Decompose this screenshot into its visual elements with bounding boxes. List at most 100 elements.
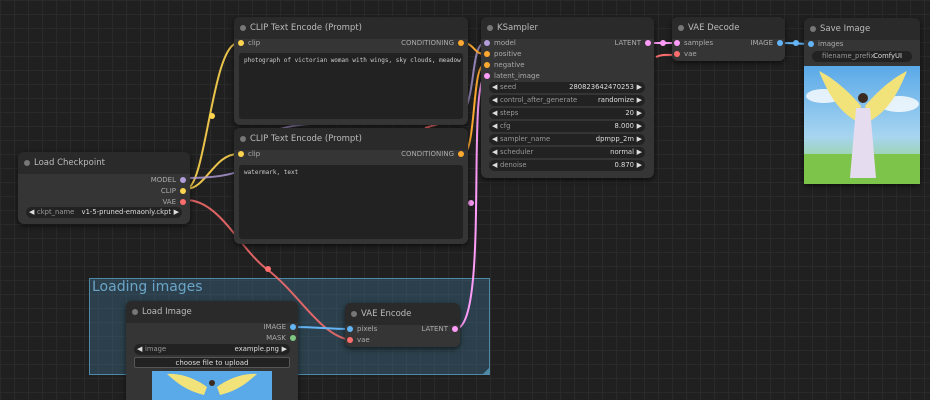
- arrow-right-icon[interactable]: ▶: [637, 82, 642, 93]
- input-image-preview[interactable]: [152, 371, 272, 400]
- port-dot-icon[interactable]: [347, 337, 353, 343]
- node-title[interactable]: Load Image: [126, 301, 298, 323]
- arrow-right-icon[interactable]: ▶: [637, 95, 642, 106]
- output-vae[interactable]: VAE: [162, 197, 186, 207]
- node-title[interactable]: KSampler: [481, 17, 654, 39]
- input-pixels[interactable]: pixels: [347, 324, 377, 334]
- arrow-left-icon[interactable]: ◀: [492, 95, 497, 106]
- widget-ckpt-name[interactable]: ◀ ckpt_name v1-5-pruned-emaonly.ckpt ▶: [26, 207, 182, 218]
- port-dot-icon[interactable]: [180, 177, 186, 183]
- arrow-right-icon[interactable]: ▶: [637, 121, 642, 132]
- arrow-left-icon[interactable]: ◀: [492, 82, 497, 93]
- port-dot-icon[interactable]: [484, 51, 490, 57]
- port-dot-icon[interactable]: [674, 51, 680, 57]
- arrow-left-icon[interactable]: ◀: [492, 134, 497, 145]
- output-latent[interactable]: LATENT: [614, 38, 651, 48]
- input-clip[interactable]: clip: [238, 149, 260, 159]
- widget-scheduler[interactable]: ◀ scheduler normal ▶: [489, 147, 645, 158]
- input-vae[interactable]: vae: [347, 335, 370, 345]
- arrow-right-icon[interactable]: ▶: [282, 344, 287, 355]
- collapse-dot-icon[interactable]: [132, 309, 138, 315]
- node-clip-text-encode-negative[interactable]: CLIP Text Encode (Prompt) clip CONDITION…: [234, 128, 468, 244]
- port-dot-icon[interactable]: [180, 199, 186, 205]
- arrow-left-icon[interactable]: ◀: [492, 147, 497, 158]
- arrow-right-icon[interactable]: ▶: [637, 147, 642, 158]
- collapse-dot-icon[interactable]: [351, 311, 357, 317]
- output-latent[interactable]: LATENT: [421, 324, 458, 334]
- port-dot-icon[interactable]: [484, 62, 490, 68]
- port-dot-icon[interactable]: [808, 41, 814, 47]
- output-clip[interactable]: CLIP: [161, 186, 186, 196]
- input-clip[interactable]: clip: [238, 38, 260, 48]
- port-dot-icon[interactable]: [484, 40, 490, 46]
- widget-cfg[interactable]: ◀ cfg 8.000 ▶: [489, 121, 645, 132]
- output-mask[interactable]: MASK: [266, 333, 296, 343]
- node-title[interactable]: CLIP Text Encode (Prompt): [234, 17, 468, 39]
- input-latent-image[interactable]: latent_image: [484, 71, 540, 81]
- widget-seed[interactable]: ◀ seed 280823642470253 ▶: [489, 82, 645, 93]
- node-load-checkpoint[interactable]: Load Checkpoint MODEL CLIP VAE ◀ ckpt_na…: [18, 152, 190, 224]
- node-title[interactable]: CLIP Text Encode (Prompt): [234, 128, 468, 150]
- widget-filename-prefix[interactable]: filename_prefix ComfyUI: [812, 51, 912, 62]
- port-dot-icon[interactable]: [347, 326, 353, 332]
- node-save-image[interactable]: Save Image images filename_prefix ComfyU…: [804, 18, 920, 184]
- node-vae-decode[interactable]: VAE Decode samples vae IMAGE: [672, 17, 785, 61]
- arrow-right-icon[interactable]: ▶: [637, 134, 642, 145]
- input-positive[interactable]: positive: [484, 49, 521, 59]
- node-graph-canvas[interactable]: Loading images Load Checkpoint MODEL CLI…: [0, 0, 930, 400]
- collapse-dot-icon[interactable]: [487, 25, 493, 31]
- port-dot-icon[interactable]: [452, 326, 458, 332]
- collapse-dot-icon[interactable]: [24, 160, 30, 166]
- port-dot-icon[interactable]: [674, 40, 680, 46]
- port-dot-icon[interactable]: [645, 40, 651, 46]
- node-title[interactable]: Save Image: [804, 18, 920, 40]
- arrow-right-icon[interactable]: ▶: [637, 160, 642, 171]
- port-dot-icon[interactable]: [180, 188, 186, 194]
- widget-sampler-name[interactable]: ◀ sampler_name dpmpp_2m ▶: [489, 134, 645, 145]
- output-image[interactable]: IMAGE: [750, 38, 783, 48]
- node-ksampler[interactable]: KSampler model positive negative latent_…: [481, 17, 654, 178]
- prompt-text-input[interactable]: watermark, text: [239, 165, 463, 239]
- port-dot-icon[interactable]: [290, 324, 296, 330]
- input-images[interactable]: images: [808, 39, 843, 49]
- collapse-dot-icon[interactable]: [678, 25, 684, 31]
- arrow-right-icon[interactable]: ▶: [174, 207, 179, 218]
- arrow-left-icon[interactable]: ◀: [492, 160, 497, 171]
- arrow-left-icon[interactable]: ◀: [492, 121, 497, 132]
- node-title[interactable]: Load Checkpoint: [18, 152, 190, 174]
- widget-denoise[interactable]: ◀ denoise 0.870 ▶: [489, 160, 645, 171]
- node-title[interactable]: VAE Encode: [345, 303, 460, 325]
- output-conditioning[interactable]: CONDITIONING: [401, 149, 464, 159]
- output-image[interactable]: IMAGE: [263, 322, 296, 332]
- input-samples[interactable]: samples: [674, 38, 713, 48]
- input-negative[interactable]: negative: [484, 60, 525, 70]
- collapse-dot-icon[interactable]: [240, 25, 246, 31]
- node-title[interactable]: VAE Decode: [672, 17, 785, 39]
- prompt-text-input[interactable]: photograph of victorian woman with wings…: [239, 53, 463, 119]
- port-dot-icon[interactable]: [458, 151, 464, 157]
- input-model[interactable]: model: [484, 38, 516, 48]
- collapse-dot-icon[interactable]: [240, 136, 246, 142]
- port-dot-icon[interactable]: [238, 40, 244, 46]
- port-dot-icon[interactable]: [458, 40, 464, 46]
- output-conditioning[interactable]: CONDITIONING: [401, 38, 464, 48]
- node-load-image[interactable]: Load Image IMAGE MASK ◀ image example.png ▶…: [126, 301, 298, 400]
- widget-control-after-generate[interactable]: ◀ control_after_generate randomize ▶: [489, 95, 645, 106]
- output-image-preview[interactable]: [804, 66, 920, 184]
- port-dot-icon[interactable]: [290, 335, 296, 341]
- collapse-dot-icon[interactable]: [810, 26, 816, 32]
- node-vae-encode[interactable]: VAE Encode pixels vae LATENT: [345, 303, 460, 347]
- port-dot-icon[interactable]: [484, 73, 490, 79]
- arrow-left-icon[interactable]: ◀: [492, 108, 497, 119]
- output-model[interactable]: MODEL: [151, 175, 186, 185]
- arrow-right-icon[interactable]: ▶: [637, 108, 642, 119]
- port-dot-icon[interactable]: [238, 151, 244, 157]
- widget-steps[interactable]: ◀ steps 20 ▶: [489, 108, 645, 119]
- arrow-left-icon[interactable]: ◀: [137, 344, 142, 355]
- input-vae[interactable]: vae: [674, 49, 697, 59]
- arrow-left-icon[interactable]: ◀: [29, 207, 34, 218]
- node-clip-text-encode-positive[interactable]: CLIP Text Encode (Prompt) clip CONDITION…: [234, 17, 468, 125]
- widget-image[interactable]: ◀ image example.png ▶: [134, 344, 290, 355]
- choose-file-button[interactable]: choose file to upload: [134, 357, 290, 368]
- port-dot-icon[interactable]: [777, 40, 783, 46]
